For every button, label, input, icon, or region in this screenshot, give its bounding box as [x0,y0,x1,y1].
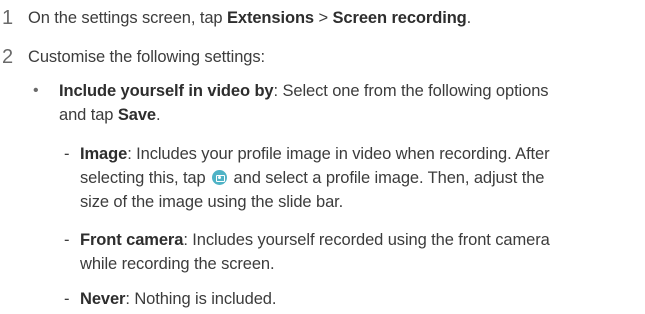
option-image-line-1: Image: Includes your profile image in vi… [80,143,550,165]
bullet-line-2-prefix: and tap [59,106,118,124]
option-front-camera-line-1-text: : Includes yourself recorded using the f… [183,231,550,249]
bullet-marker: • [33,82,39,99]
step-1-prefix: On the settings screen, tap [28,9,227,27]
option-front-camera-line-2: while recording the screen. [80,255,275,273]
save-label: Save [117,106,156,124]
step-1-text: On the settings screen, tap Extensions >… [28,7,471,29]
option-front-camera-line-1: Front camera: Includes yourself recorded… [80,229,550,251]
option-front-camera-dash: - [64,231,70,249]
option-image-line-2-suffix: and select a profile image. Then, adjust… [229,169,545,187]
option-image-line-2-prefix: selecting this, tap [80,169,211,187]
option-image-line-3: size of the image using the slide bar. [80,193,344,211]
screen-recording-label: Screen recording [332,9,467,27]
camera-icon [212,170,228,185]
option-image-line-2: selecting this, tap and select a profile… [80,167,544,189]
extensions-label: Extensions [226,9,315,27]
step-2-number: 2 [2,46,14,68]
bullet-line-2: and tap Save. [59,104,161,126]
option-never-line-1: Never: Nothing is included. [80,288,276,310]
option-never-dash: - [64,290,70,308]
never-option-label: Never [80,290,126,308]
step-1-number: 1 [2,7,14,29]
front-camera-option-label: Front camera [80,231,184,249]
option-image-dash: - [64,145,70,163]
image-option-label: Image [80,145,128,163]
include-yourself-label: Include yourself in video by [59,82,274,100]
bullet-line-1: Include yourself in video by: Select one… [59,80,549,102]
step-1-suffix: . [466,9,472,27]
option-image-line-1-text: : Includes your profile image in video w… [127,145,550,163]
step-1-separator: > [314,9,333,27]
step-2-text: Customise the following settings: [28,48,265,66]
bullet-line-2-suffix: . [155,106,161,124]
bullet-line-1-text: : Select one from the following options [273,82,549,100]
option-never-line-1-text: : Nothing is included. [125,290,277,308]
